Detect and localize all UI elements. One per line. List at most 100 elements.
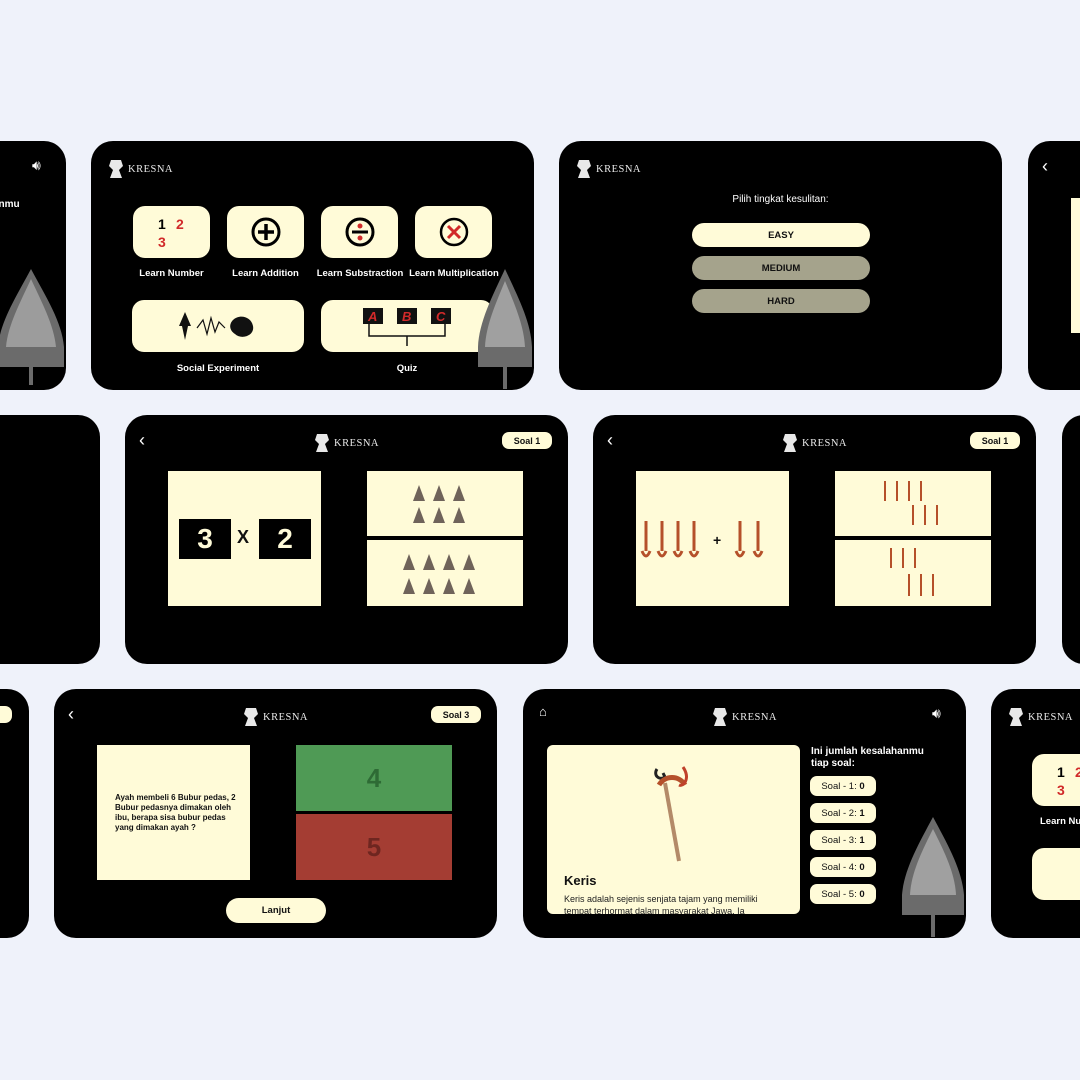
home-icon[interactable]: ⌂ <box>539 704 547 719</box>
soal-badge: Soal 3 <box>431 706 481 723</box>
kresna-logo-icon <box>713 708 727 726</box>
answer-option-2[interactable] <box>835 540 991 606</box>
soal-badge: Soal 1 <box>970 432 1020 449</box>
keris-group-icon <box>884 481 938 525</box>
kresna-logo: KRESNA <box>711 706 777 728</box>
medium-button[interactable]: MEDIUM <box>692 256 870 280</box>
kresna-logo-icon <box>109 160 123 178</box>
answer-option-1[interactable] <box>367 471 523 536</box>
keris-group-icon <box>890 548 934 596</box>
mistake-item-3: Soal - 3: 1 <box>810 830 876 850</box>
num-2: 2 <box>176 216 184 232</box>
learn-number-tile[interactable]: 1 2 3 <box>1032 754 1080 806</box>
numbers-icon: 1 2 3 <box>1057 764 1080 798</box>
card-fragment-left-top: 🔊︎ anmu <box>0 141 66 390</box>
card-keris-result: ⌂ KRESNA 🔊︎ Keris Keris adalah sejenis s… <box>523 689 966 938</box>
rock-group-icon <box>403 554 475 594</box>
left-operand: 3 <box>179 519 231 559</box>
card-fragment-right-top: ‹ <box>1028 141 1080 390</box>
social-experiment-label: Social Experiment <box>176 363 260 374</box>
brand-text: KRESNA <box>802 437 848 449</box>
speaker-icon[interactable]: 🔊︎ <box>932 705 941 722</box>
multiplication-icon <box>439 217 468 247</box>
showcase-canvas: 🔊︎ anmu KRESNA 1 2 3 Learn <box>0 0 1080 1080</box>
difficulty-prompt: Pilih tingkat kesulitan: <box>732 194 829 205</box>
num-3: 3 <box>1057 782 1065 798</box>
back-arrow-icon[interactable]: ‹ <box>1042 157 1048 175</box>
soal-badge: Soal 1 <box>502 432 552 449</box>
answer-option-1[interactable] <box>835 471 991 536</box>
quiz-abc-icon: A B C <box>363 308 451 346</box>
kresna-logo-icon <box>783 434 797 452</box>
num-2: 2 <box>1075 764 1080 780</box>
brand-text: KRESNA <box>596 163 642 175</box>
keris-info-panel: Keris Keris adalah sejenis senjata tajam… <box>547 745 800 914</box>
kresna-logo: KRESNA <box>313 432 379 454</box>
brand-text: KRESNA <box>263 711 309 723</box>
addition-icon <box>251 217 280 247</box>
quiz-letter-b: B <box>402 309 411 324</box>
back-arrow-icon[interactable]: ‹ <box>139 431 145 449</box>
learn-addition-tile[interactable] <box>227 206 304 258</box>
substraction-icon <box>345 217 374 247</box>
learn-substraction-label: Learn Substraction <box>316 268 404 279</box>
kresna-logo-icon <box>577 160 591 178</box>
kresna-logo-icon <box>1009 708 1023 726</box>
mistakes-heading: Ini jumlah kesalahanmu tiap soal: <box>811 746 924 769</box>
learn-number-label-fragment: Learn Nu <box>1040 816 1080 827</box>
wayang-wave-icon <box>179 312 254 340</box>
back-arrow-icon[interactable]: ‹ <box>68 705 74 723</box>
numbers-icon: 1 2 3 <box>158 216 184 250</box>
keris-title: Keris <box>564 873 597 888</box>
answer-option-correct[interactable]: 4 <box>296 745 452 811</box>
kresna-logo: KRESNA <box>107 158 173 180</box>
plus-sign: + <box>713 532 721 548</box>
kresna-logo-icon <box>315 434 329 452</box>
brand-text: KRESNA <box>334 437 380 449</box>
card-fragment-right-middle <box>1062 415 1080 664</box>
wayang-gunungan-icon <box>478 269 532 389</box>
num-3: 3 <box>158 234 166 250</box>
question-panel: Ayah membeli 6 Bubur pedas, 2 Bubur peda… <box>97 745 250 880</box>
back-arrow-icon[interactable]: ‹ <box>607 431 613 449</box>
quiz-tile[interactable]: A B C <box>321 300 493 352</box>
num-1: 1 <box>158 216 166 232</box>
hard-button[interactable]: HARD <box>692 289 870 313</box>
mistake-item-1: Soal - 1: 0 <box>810 776 876 796</box>
kresna-logo-icon <box>244 708 258 726</box>
learn-multiplication-tile[interactable] <box>415 206 492 258</box>
kresna-logo: KRESNA <box>1007 706 1073 728</box>
rock-group-icon <box>413 485 465 523</box>
quiz-letter-a: A <box>367 309 377 324</box>
kresna-logo: KRESNA <box>781 432 847 454</box>
learn-number-label: Learn Number <box>139 268 204 279</box>
speaker-icon[interactable]: 🔊︎ <box>32 157 41 174</box>
card-addition-exercise: ‹ KRESNA Soal 1 + <box>593 415 1036 664</box>
brand-text: KRESNA <box>1028 711 1074 723</box>
mistake-item-5: Soal - 5: 0 <box>810 884 876 904</box>
next-button[interactable]: Lanjut <box>226 898 326 923</box>
card-fragment-left-bottom <box>0 689 29 938</box>
mistake-item-2: Soal - 2: 1 <box>810 803 876 823</box>
learn-addition-label: Learn Addition <box>232 268 299 279</box>
multiply-sign: X <box>237 527 250 547</box>
quiz-label: Quiz <box>396 363 418 374</box>
kresna-logo: KRESNA <box>575 158 641 180</box>
keris-icon <box>654 766 688 862</box>
fragment-text: anmu <box>0 199 20 210</box>
equation-panel: 3 X 2 <box>168 471 321 606</box>
answer-value: 4 <box>366 762 382 793</box>
learn-substraction-tile[interactable] <box>321 206 398 258</box>
answer-option-2[interactable] <box>367 540 523 606</box>
brand-text: KRESNA <box>732 711 778 723</box>
wayang-gunungan-icon <box>902 817 964 937</box>
learn-number-tile[interactable]: 1 2 3 <box>133 206 210 258</box>
card-fragment-left-middle <box>0 415 100 664</box>
card-word-problem: ‹ KRESNA Soal 3 Ayah membeli 6 Bubur ped… <box>54 689 497 938</box>
social-experiment-tile[interactable] <box>132 300 304 352</box>
answer-option-wrong[interactable]: 5 <box>296 814 452 880</box>
card-main-menu: KRESNA 1 2 3 Learn Number Learn Addition… <box>91 141 534 390</box>
easy-button[interactable]: EASY <box>692 223 870 247</box>
equation-panel: + <box>636 471 789 606</box>
social-experiment-tile[interactable] <box>1032 848 1080 900</box>
